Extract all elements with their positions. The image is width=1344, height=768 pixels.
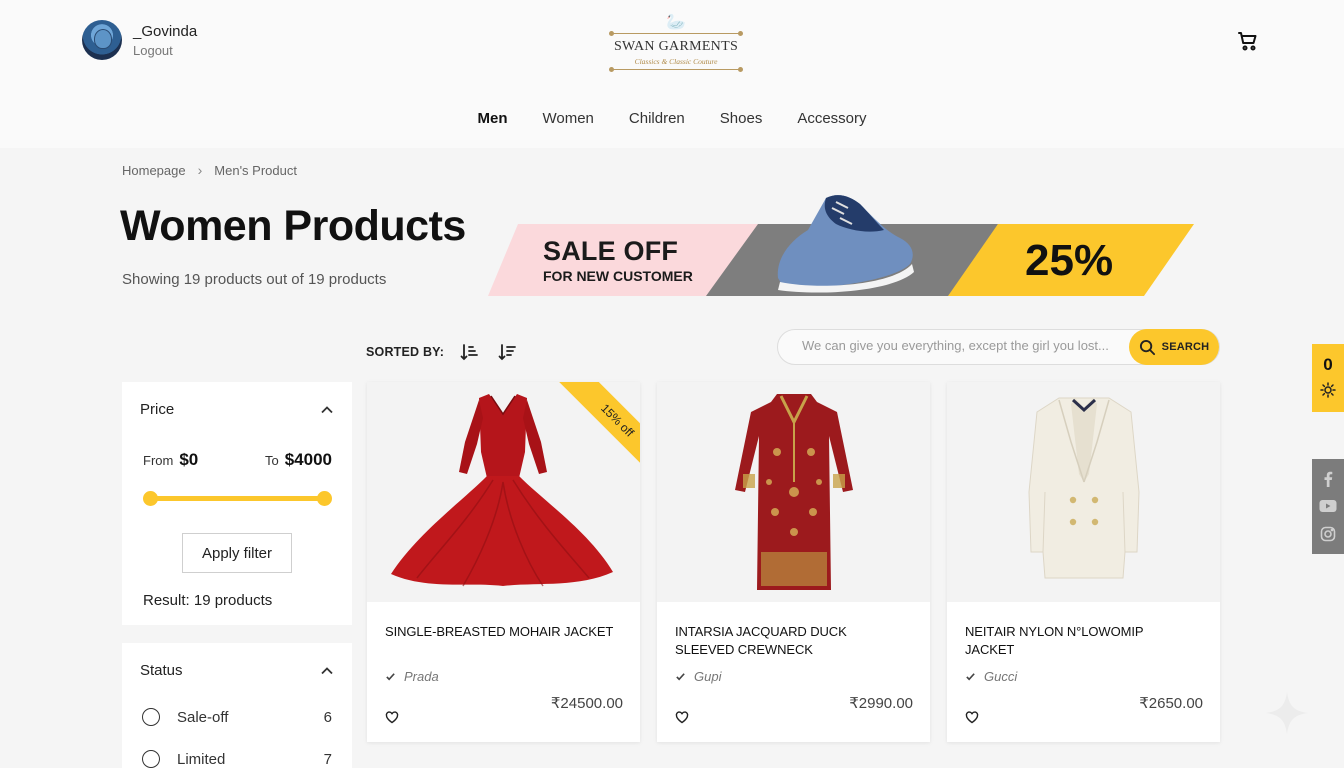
logout-link[interactable]: Logout xyxy=(133,43,197,58)
filter-result-text: Result: 19 products xyxy=(143,592,273,609)
brand-tagline: Classics & Classic Couture xyxy=(634,57,718,66)
nav-men[interactable]: Men xyxy=(477,110,507,127)
status-option-count: 7 xyxy=(323,750,332,768)
status-option-label: Limited xyxy=(177,750,226,768)
product-title[interactable]: SINGLE-BREASTED MOHAIR JACKET xyxy=(385,623,615,641)
status-filter-header[interactable]: Status xyxy=(140,662,334,679)
chevron-up-icon xyxy=(321,405,333,413)
sun-icon xyxy=(1320,382,1336,398)
nav-children[interactable]: Children xyxy=(629,110,685,127)
product-brand-row: Prada xyxy=(385,669,439,684)
product-brand-row: Gucci xyxy=(965,669,1017,684)
nav-shoes[interactable]: Shoes xyxy=(720,110,763,127)
banner-line2: FOR NEW CUSTOMER xyxy=(543,268,693,284)
sneaker-image xyxy=(777,195,914,293)
product-brand: Gupi xyxy=(694,669,722,684)
status-filter-title: Status xyxy=(140,662,183,679)
check-icon xyxy=(966,673,975,681)
product-price: ₹2650.00 xyxy=(1139,695,1203,712)
status-filter-panel: Status Sale-off 6 Limited 7 xyxy=(122,643,352,768)
brand-name: SWAN GARMENTS xyxy=(613,39,739,54)
chevron-right-icon: › xyxy=(197,162,203,178)
cart-icon[interactable] xyxy=(1236,29,1260,53)
heart-icon[interactable] xyxy=(965,711,979,724)
sparkle-icon xyxy=(1266,692,1308,734)
widget-count: 0 xyxy=(1323,355,1333,374)
price-filter-panel: Price From $0 To $4000 Apply filter Result… xyxy=(122,382,352,625)
product-card[interactable]: NEIтAIR NYLON N°LOWOMIP JACKET Gucci ₹26… xyxy=(947,382,1220,742)
search-icon xyxy=(1139,339,1155,355)
breadcrumb: Homepage › Men's Product xyxy=(122,162,297,178)
price-filter-header[interactable]: Price xyxy=(140,401,334,418)
from-value: $0 xyxy=(179,450,199,469)
product-count-text: Showing 19 products out of 19 products xyxy=(122,271,387,288)
youtube-icon[interactable] xyxy=(1319,497,1337,515)
status-option-sale-off[interactable]: Sale-off 6 xyxy=(142,708,332,726)
product-image-white-blazer xyxy=(947,382,1220,602)
price-range-slider[interactable] xyxy=(142,491,332,506)
facebook-icon[interactable] xyxy=(1319,470,1337,488)
search-button[interactable]: SEARCH xyxy=(1129,329,1219,365)
nav-women[interactable]: Women xyxy=(542,110,593,127)
swan-icon: 🦢 xyxy=(666,14,686,31)
range-max-handle[interactable] xyxy=(316,491,332,506)
status-option-label: Sale-off xyxy=(177,708,229,726)
sort-descending-icon[interactable] xyxy=(494,339,520,365)
nav-accessory[interactable]: Accessory xyxy=(797,110,866,127)
sorted-by-label: SORTED BY: xyxy=(366,345,445,359)
apply-filter-button[interactable]: Apply filter xyxy=(182,533,292,573)
radio-button[interactable] xyxy=(142,708,160,726)
search-button-label: SEARCH xyxy=(1161,341,1210,353)
brand-logo[interactable]: 🦢 SWAN GARMENTS Classics & Classic Coutu… xyxy=(609,14,743,72)
top-header: _Govinda Logout 🦢 SWAN GARMENTS Classics… xyxy=(0,0,1344,148)
sort-ascending-icon[interactable] xyxy=(456,339,482,365)
product-image-red-dress: 15% off xyxy=(367,382,640,602)
range-min-handle[interactable] xyxy=(142,491,158,506)
logo-rule xyxy=(609,67,743,72)
banner-line1: SALE OFF xyxy=(543,236,679,266)
price-range-values: From $0 To $4000 xyxy=(143,450,332,470)
heart-icon[interactable] xyxy=(675,711,689,724)
theme-toggle-widget[interactable]: 0 xyxy=(1312,344,1344,412)
product-price: ₹2990.00 xyxy=(849,695,913,712)
user-name: _Govinda xyxy=(133,22,198,40)
product-title[interactable]: INTARSIA JACQUARD DUCK SLEEVED CREWNECK xyxy=(675,623,905,659)
product-card[interactable]: 15% off SINGLE-BREASTED MOHAIR JACKET Pr… xyxy=(367,382,640,742)
user-block: _Govinda Logout xyxy=(82,20,197,60)
to-value: $4000 xyxy=(284,450,332,469)
from-label: From xyxy=(143,453,174,468)
check-icon xyxy=(386,673,395,681)
product-price: ₹24500.00 xyxy=(550,695,623,712)
category-nav: Men Women Children Shoes Accessory xyxy=(0,110,1344,127)
heart-icon[interactable] xyxy=(385,711,399,724)
product-image-embroidered-kurta xyxy=(657,382,930,602)
status-option-limited[interactable]: Limited 7 xyxy=(142,750,332,768)
avatar[interactable] xyxy=(82,20,122,60)
breadcrumb-home[interactable]: Homepage xyxy=(122,163,186,178)
chevron-up-icon xyxy=(321,666,333,674)
product-brand: Prada xyxy=(404,669,439,684)
product-title[interactable]: NEIтAIR NYLON N°LOWOMIP JACKET xyxy=(965,623,1195,659)
sale-banner[interactable]: SALE OFF FOR NEW CUSTOMER 25% xyxy=(488,190,1198,300)
page-title: Women Products xyxy=(120,202,466,250)
price-filter-title: Price xyxy=(140,401,175,418)
status-option-count: 6 xyxy=(323,708,332,726)
product-brand: Gucci xyxy=(984,669,1018,684)
check-icon xyxy=(676,673,685,681)
to-label: To xyxy=(264,453,279,468)
product-brand-row: Gupi xyxy=(675,669,721,684)
breadcrumb-current: Men's Product xyxy=(214,162,297,178)
radio-button[interactable] xyxy=(142,750,160,768)
search-input[interactable] xyxy=(802,338,1122,353)
banner-discount: 25% xyxy=(1025,236,1114,285)
search-bar: SEARCH xyxy=(777,329,1220,365)
social-links xyxy=(1312,459,1344,554)
sort-controls: SORTED BY: xyxy=(366,339,520,365)
product-card[interactable]: INTARSIA JACQUARD DUCK SLEEVED CREWNECK … xyxy=(657,382,930,742)
instagram-icon[interactable] xyxy=(1319,525,1337,543)
logo-rule xyxy=(609,31,743,36)
